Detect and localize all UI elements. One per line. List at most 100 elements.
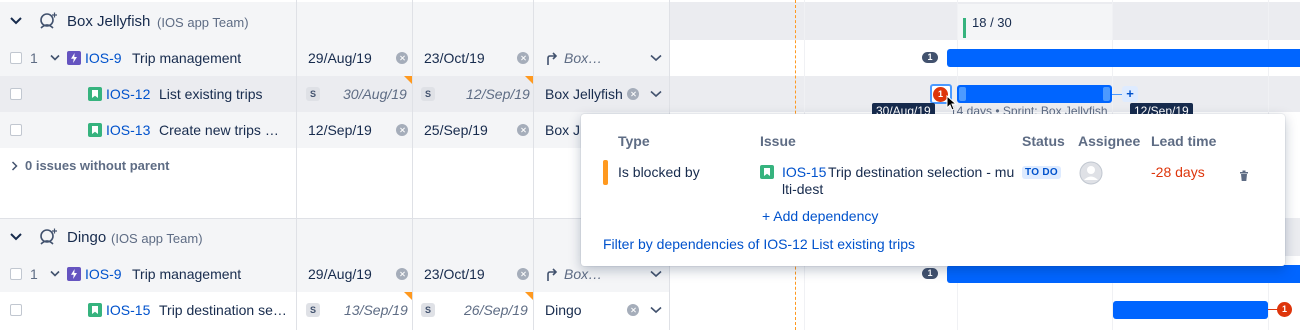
- clear-icon[interactable]: [627, 304, 639, 316]
- chevron-down-icon[interactable]: [50, 270, 60, 278]
- issue-key[interactable]: IOS-9: [85, 50, 122, 66]
- issue-summary[interactable]: Trip management: [132, 50, 241, 66]
- team-value[interactable]: Box Jellyfish: [545, 86, 623, 102]
- start-date[interactable]: 29/Aug/19: [308, 266, 372, 282]
- capacity-value: 18 / 30: [972, 15, 1012, 30]
- clear-icon[interactable]: [517, 268, 529, 280]
- team-icon: [40, 12, 57, 29]
- story-bar[interactable]: [1113, 301, 1268, 319]
- group-divider: [0, 218, 670, 219]
- dependency-type-indicator: [603, 160, 608, 185]
- column-divider: [533, 0, 534, 330]
- issues-without-parent-row[interactable]: 0 issues without parent: [0, 148, 670, 218]
- chevron-down-icon[interactable]: [650, 306, 662, 314]
- header-assignee: Assignee: [1078, 133, 1141, 149]
- add-dependency-icon[interactable]: +: [1122, 86, 1138, 102]
- sprint-badge: S: [421, 303, 435, 317]
- chevron-down-icon[interactable]: [50, 54, 60, 62]
- issue-key[interactable]: IOS-9: [85, 266, 122, 282]
- issue-key[interactable]: IOS-15: [106, 302, 150, 318]
- row-checkbox[interactable]: [10, 124, 22, 136]
- chevron-down-icon[interactable]: [650, 54, 662, 62]
- end-date[interactable]: 23/Oct/19: [424, 50, 485, 66]
- header-status: Status: [1022, 133, 1065, 149]
- sprint-badge: S: [306, 303, 320, 317]
- child-count-badge: 1: [922, 52, 938, 63]
- warning-flag-icon: [404, 292, 412, 300]
- dependency-count-badge[interactable]: 1: [1277, 302, 1292, 317]
- dependency-issue-key[interactable]: IOS-15: [782, 164, 826, 180]
- sprint-badge: S: [306, 87, 320, 101]
- filter-dependencies-link[interactable]: Filter by dependencies of IOS-12 List ex…: [603, 236, 915, 252]
- chevron-down-icon[interactable]: [10, 16, 22, 26]
- start-date[interactable]: 30/Aug/19: [343, 86, 407, 102]
- avatar[interactable]: [1079, 161, 1103, 185]
- rank: 1: [30, 50, 38, 66]
- mouse-cursor-icon: [946, 95, 958, 111]
- add-dependency-link[interactable]: + Add dependency: [762, 208, 878, 224]
- epic-icon: [67, 267, 81, 281]
- issue-summary[interactable]: Trip management: [132, 266, 241, 282]
- child-count-badge: 1: [922, 268, 938, 279]
- rank: 1: [30, 266, 38, 282]
- header-issue: Issue: [760, 133, 796, 149]
- clear-icon[interactable]: [396, 124, 408, 136]
- story-bar[interactable]: [957, 85, 1112, 103]
- team-value[interactable]: Box J: [545, 122, 580, 138]
- clear-icon[interactable]: [396, 268, 408, 280]
- team-value[interactable]: Box…: [564, 50, 602, 66]
- clear-icon[interactable]: [627, 88, 639, 100]
- issue-summary[interactable]: Trip destination se…: [159, 302, 287, 318]
- dependency-issue-summary-cont[interactable]: lti-dest: [782, 181, 823, 197]
- issue-summary[interactable]: Create new trips …: [159, 122, 279, 138]
- start-date[interactable]: 12/Sep/19: [308, 122, 372, 138]
- clear-icon[interactable]: [517, 52, 529, 64]
- trash-icon[interactable]: [1239, 170, 1249, 182]
- story-icon: [88, 87, 102, 101]
- story-icon: [88, 303, 102, 317]
- inherited-arrow-icon: [547, 52, 558, 65]
- issue-key[interactable]: IOS-13: [106, 122, 150, 138]
- table-row[interactable]: 1 IOS-9 Trip management 29/Aug/19 23/Oct…: [0, 40, 670, 76]
- table-row[interactable]: IOS-15 Trip destination se… S 13/Sep/19 …: [0, 292, 670, 330]
- clear-icon[interactable]: [396, 52, 408, 64]
- issue-key[interactable]: IOS-12: [106, 86, 150, 102]
- end-date[interactable]: 23/Oct/19: [424, 266, 485, 282]
- epic-icon: [67, 51, 81, 65]
- end-date[interactable]: 12/Sep/19: [466, 86, 530, 102]
- row-checkbox[interactable]: [10, 268, 22, 280]
- table-row[interactable]: IOS-12 List existing trips S 30/Aug/19 S…: [0, 76, 670, 112]
- table-row[interactable]: 1 IOS-9 Trip management 29/Aug/19 23/Oct…: [0, 256, 670, 292]
- dependency-issue-summary[interactable]: Trip destination selection - mu: [828, 164, 1014, 180]
- team-icon: [40, 228, 57, 245]
- row-checkbox[interactable]: [10, 52, 22, 64]
- capacity-block: 18 / 30: [958, 4, 1113, 40]
- end-date[interactable]: 26/Sep/19: [464, 302, 528, 318]
- dependency-popup: Type Issue Status Assignee Lead time Is …: [581, 114, 1285, 266]
- resize-handle[interactable]: [959, 87, 966, 101]
- table-row[interactable]: IOS-13 Create new trips … 12/Sep/19 25/S…: [0, 112, 670, 148]
- lead-time-value: -28 days: [1151, 164, 1205, 180]
- status-badge: TO DO: [1022, 166, 1061, 179]
- row-checkbox[interactable]: [10, 88, 22, 100]
- team-name: Box Jellyfish: [67, 13, 151, 30]
- chevron-down-icon[interactable]: [650, 90, 662, 98]
- header-type: Type: [618, 133, 650, 149]
- issues-without-parent-label[interactable]: 0 issues without parent: [25, 158, 169, 173]
- team-value[interactable]: Box…: [564, 266, 602, 282]
- row-checkbox[interactable]: [10, 304, 22, 316]
- clear-icon[interactable]: [517, 124, 529, 136]
- epic-bar[interactable]: [947, 49, 1300, 67]
- chevron-down-icon[interactable]: [650, 270, 662, 278]
- epic-bar[interactable]: [947, 265, 1300, 283]
- team-subtitle: (IOS app Team): [157, 15, 249, 30]
- chevron-down-icon[interactable]: [10, 232, 22, 242]
- resize-handle[interactable]: [1103, 87, 1110, 101]
- start-date[interactable]: 13/Sep/19: [344, 302, 408, 318]
- issue-summary[interactable]: List existing trips: [159, 86, 262, 102]
- chevron-right-icon[interactable]: [11, 161, 18, 171]
- start-date[interactable]: 29/Aug/19: [308, 50, 372, 66]
- end-date[interactable]: 25/Sep/19: [424, 122, 488, 138]
- team-name: Dingo: [67, 229, 107, 246]
- team-value[interactable]: Dingo: [545, 302, 582, 318]
